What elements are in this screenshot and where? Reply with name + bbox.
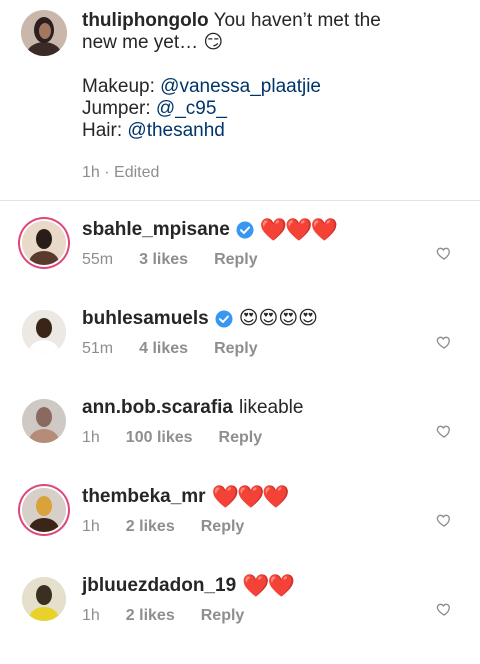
like-heart-icon[interactable] xyxy=(436,601,452,617)
comment-meta: 1h 2 likes Reply xyxy=(82,518,270,536)
comment-likes[interactable]: 2 likes xyxy=(126,607,175,625)
reply-button[interactable]: Reply xyxy=(214,340,258,358)
comment-text: likeable xyxy=(239,397,304,418)
like-heart-icon[interactable] xyxy=(436,512,452,528)
comment-timestamp: 1h xyxy=(82,518,100,535)
comment-line: ann.bob.scarafia likeable xyxy=(82,397,303,419)
comment-avatar[interactable] xyxy=(22,310,66,354)
verified-badge-icon xyxy=(215,310,233,328)
comment-line: jbluuezdadon_19 ❤️❤️ xyxy=(82,573,295,598)
comment-avatar[interactable] xyxy=(22,488,66,532)
like-heart-icon[interactable] xyxy=(436,334,452,350)
makeup-label: Makeup: xyxy=(82,76,155,97)
reply-button[interactable]: Reply xyxy=(219,429,263,447)
comment-line: sbahle_mpisane ❤️❤️❤️ xyxy=(82,217,338,242)
like-heart-icon[interactable] xyxy=(436,423,452,439)
jumper-mention[interactable]: @_c95_ xyxy=(156,98,227,119)
comment-timestamp: 55m xyxy=(82,251,114,268)
comment-likes[interactable]: 100 likes xyxy=(126,429,193,447)
comment-row: buhlesamuels 😍😍😍😍 51m 4 likes Reply xyxy=(0,302,480,391)
reply-button[interactable]: Reply xyxy=(201,607,245,625)
hair-label: Hair: xyxy=(82,120,123,141)
caption-avatar[interactable] xyxy=(21,10,67,56)
comment-likes[interactable]: 2 likes xyxy=(126,518,175,536)
comment-timestamp: 1h xyxy=(82,429,100,446)
post-caption: thuliphongolo You haven’t met the new me… xyxy=(0,0,480,200)
hair-mention[interactable]: @thesanhd xyxy=(127,120,224,141)
comment-row: thembeka_mr ❤️❤️❤️ 1h 2 likes Reply xyxy=(0,480,480,569)
comment-row: ann.bob.scarafia likeable 1h 100 likes Reply xyxy=(0,391,480,480)
comment-username[interactable]: sbahle_mpisane xyxy=(82,219,230,241)
comment-row: sbahle_mpisane ❤️❤️❤️ 55m 3 likes Reply xyxy=(0,213,480,302)
comment-likes[interactable]: 4 likes xyxy=(139,340,188,358)
comment-username[interactable]: jbluuezdadon_19 xyxy=(82,575,236,597)
like-heart-icon[interactable] xyxy=(436,245,452,261)
reply-button[interactable]: Reply xyxy=(201,518,245,536)
makeup-mention[interactable]: @vanessa_plaatjie xyxy=(160,76,321,97)
caption-text: thuliphongolo You haven’t met the new me… xyxy=(82,10,462,142)
comment-text: ❤️❤️❤️ xyxy=(211,484,290,509)
comment-username[interactable]: ann.bob.scarafia xyxy=(82,397,233,419)
verified-badge-icon xyxy=(236,221,254,239)
comment-timestamp: 1h xyxy=(82,607,100,624)
comment-text: 😍😍😍😍 xyxy=(238,308,318,329)
reply-button[interactable]: Reply xyxy=(214,251,258,269)
caption-timestamp: 1h · Edited xyxy=(82,164,160,181)
comment-meta: 1h 100 likes Reply xyxy=(82,429,288,447)
comment-meta: 55m 3 likes Reply xyxy=(82,251,284,269)
comment-meta: 1h 2 likes Reply xyxy=(82,607,270,625)
bottom-edge xyxy=(0,659,480,664)
jumper-label: Jumper: xyxy=(82,98,151,119)
comment-avatar[interactable] xyxy=(22,399,66,443)
comment-line: thembeka_mr ❤️❤️❤️ xyxy=(82,484,290,509)
comment-likes[interactable]: 3 likes xyxy=(139,251,188,269)
divider xyxy=(0,200,480,201)
comment-row: jbluuezdadon_19 ❤️❤️ 1h 2 likes Reply xyxy=(0,569,480,658)
comment-line: buhlesamuels 😍😍😍😍 xyxy=(82,308,318,330)
comment-timestamp: 51m xyxy=(82,340,114,357)
comment-avatar[interactable] xyxy=(22,221,66,265)
caption-username[interactable]: thuliphongolo xyxy=(82,10,209,31)
comment-avatar[interactable] xyxy=(22,577,66,621)
comment-username[interactable]: buhlesamuels xyxy=(82,308,209,330)
comment-username[interactable]: thembeka_mr xyxy=(82,486,206,508)
comment-text: ❤️❤️ xyxy=(242,573,295,598)
comment-meta: 51m 4 likes Reply xyxy=(82,340,284,358)
comment-text: ❤️❤️❤️ xyxy=(259,217,338,242)
caption-body: You haven’t met the xyxy=(213,10,381,31)
caption-body-line2: new me yet… 😏 xyxy=(82,32,224,53)
